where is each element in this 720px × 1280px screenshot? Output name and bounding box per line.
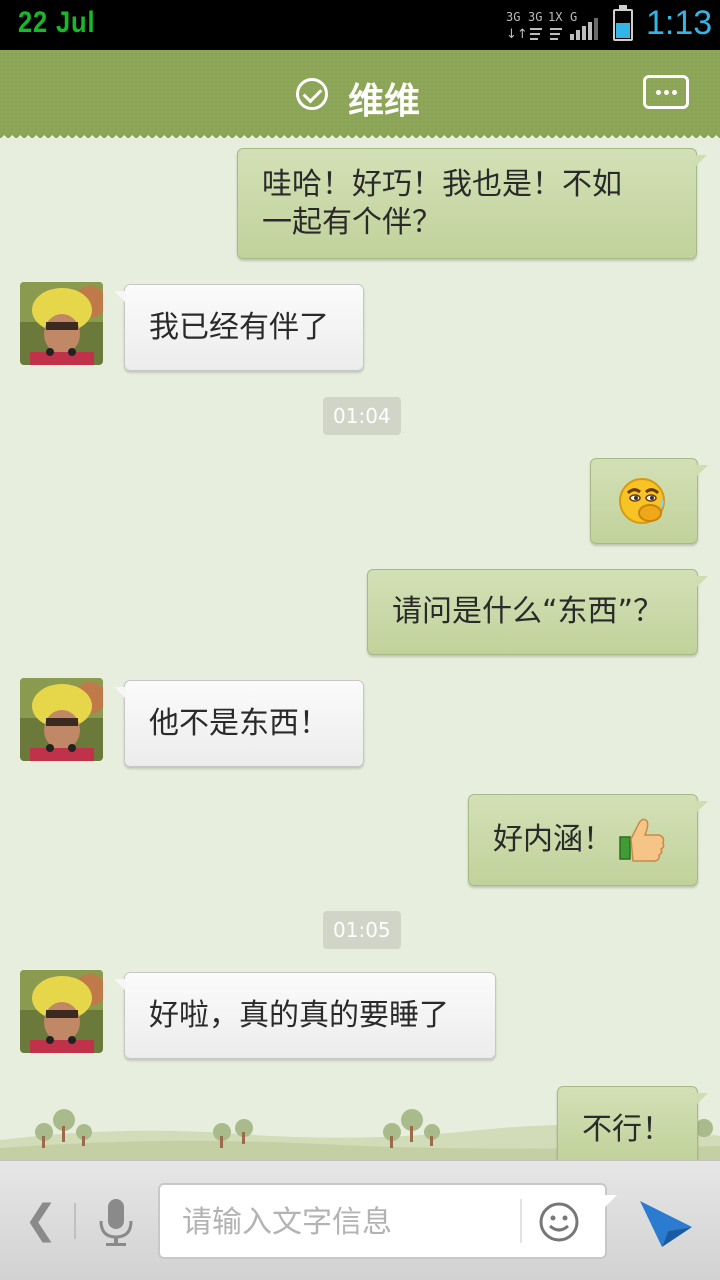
message-bubble-outgoing[interactable]: 好内涵！ <box>468 794 708 886</box>
smiley-icon[interactable] <box>538 1201 580 1243</box>
svg-text:3G: 3G <box>506 10 520 24</box>
svg-text:G: G <box>570 10 577 24</box>
message-text: 好内涵！ <box>493 822 613 857</box>
input-bar: ❮ <box>0 1160 720 1280</box>
chevron-left-icon[interactable]: ❮ <box>24 1197 58 1243</box>
battery-icon <box>613 5 633 41</box>
svg-text:1X: 1X <box>548 10 563 24</box>
message-timestamp: 01:04 <box>323 397 401 435</box>
message-bubble-incoming[interactable]: 他不是东西！ <box>114 680 364 767</box>
message-bubble-outgoing[interactable]: 请问是什么“东西”？ <box>367 569 708 655</box>
divider <box>520 1199 522 1243</box>
message-timestamp: 01:05 <box>323 911 401 949</box>
message-bubble-outgoing[interactable]: 哇哈！好巧！我也是！不如 一起有个伴？ <box>237 148 707 259</box>
status-bar: 22 Jul 3G 3G 1X G ↓↑ 1:13 <box>0 0 720 50</box>
message-text: 哇哈！好巧！我也是！不如 一起有个伴？ <box>262 166 622 240</box>
chat-menu-button[interactable] <box>643 75 689 109</box>
check-circle-icon <box>296 78 328 110</box>
thinking-emoji <box>619 478 665 524</box>
message-text: 不行！ <box>582 1112 672 1147</box>
microphone-icon[interactable] <box>96 1197 136 1249</box>
title-bar-edge <box>0 132 720 138</box>
svg-text:3G: 3G <box>528 10 542 24</box>
send-icon[interactable] <box>638 1197 694 1249</box>
divider <box>74 1203 76 1239</box>
message-bubble-incoming[interactable]: 好啦，真的真的要睡了 <box>114 972 496 1059</box>
contact-name: 维维 <box>348 81 421 122</box>
message-bubble-outgoing[interactable]: 不行！ <box>557 1086 708 1160</box>
menu-dot <box>656 90 661 95</box>
menu-dot <box>672 90 677 95</box>
message-text: 好啦，真的真的要睡了 <box>149 997 449 1033</box>
network-signal-icon: 3G 3G 1X G ↓↑ <box>506 10 598 42</box>
menu-dot <box>664 90 669 95</box>
contact-avatar[interactable] <box>20 678 103 761</box>
message-text: 我已经有伴了 <box>149 309 329 345</box>
message-text: 他不是东西！ <box>149 705 329 741</box>
thumbs-up-emoji <box>619 818 665 862</box>
message-input-box[interactable] <box>158 1183 617 1259</box>
status-time: 1:13 <box>646 4 713 42</box>
message-bubble-outgoing[interactable] <box>590 458 708 544</box>
message-input[interactable] <box>182 1201 512 1243</box>
contact-avatar[interactable] <box>20 282 103 365</box>
message-bubble-incoming[interactable]: 我已经有伴了 <box>114 284 364 371</box>
svg-text:↓↑: ↓↑ <box>506 27 528 42</box>
status-date: 22 Jul <box>18 6 96 39</box>
contact-avatar[interactable] <box>20 970 103 1053</box>
message-text: 请问是什么“东西”？ <box>392 594 664 629</box>
